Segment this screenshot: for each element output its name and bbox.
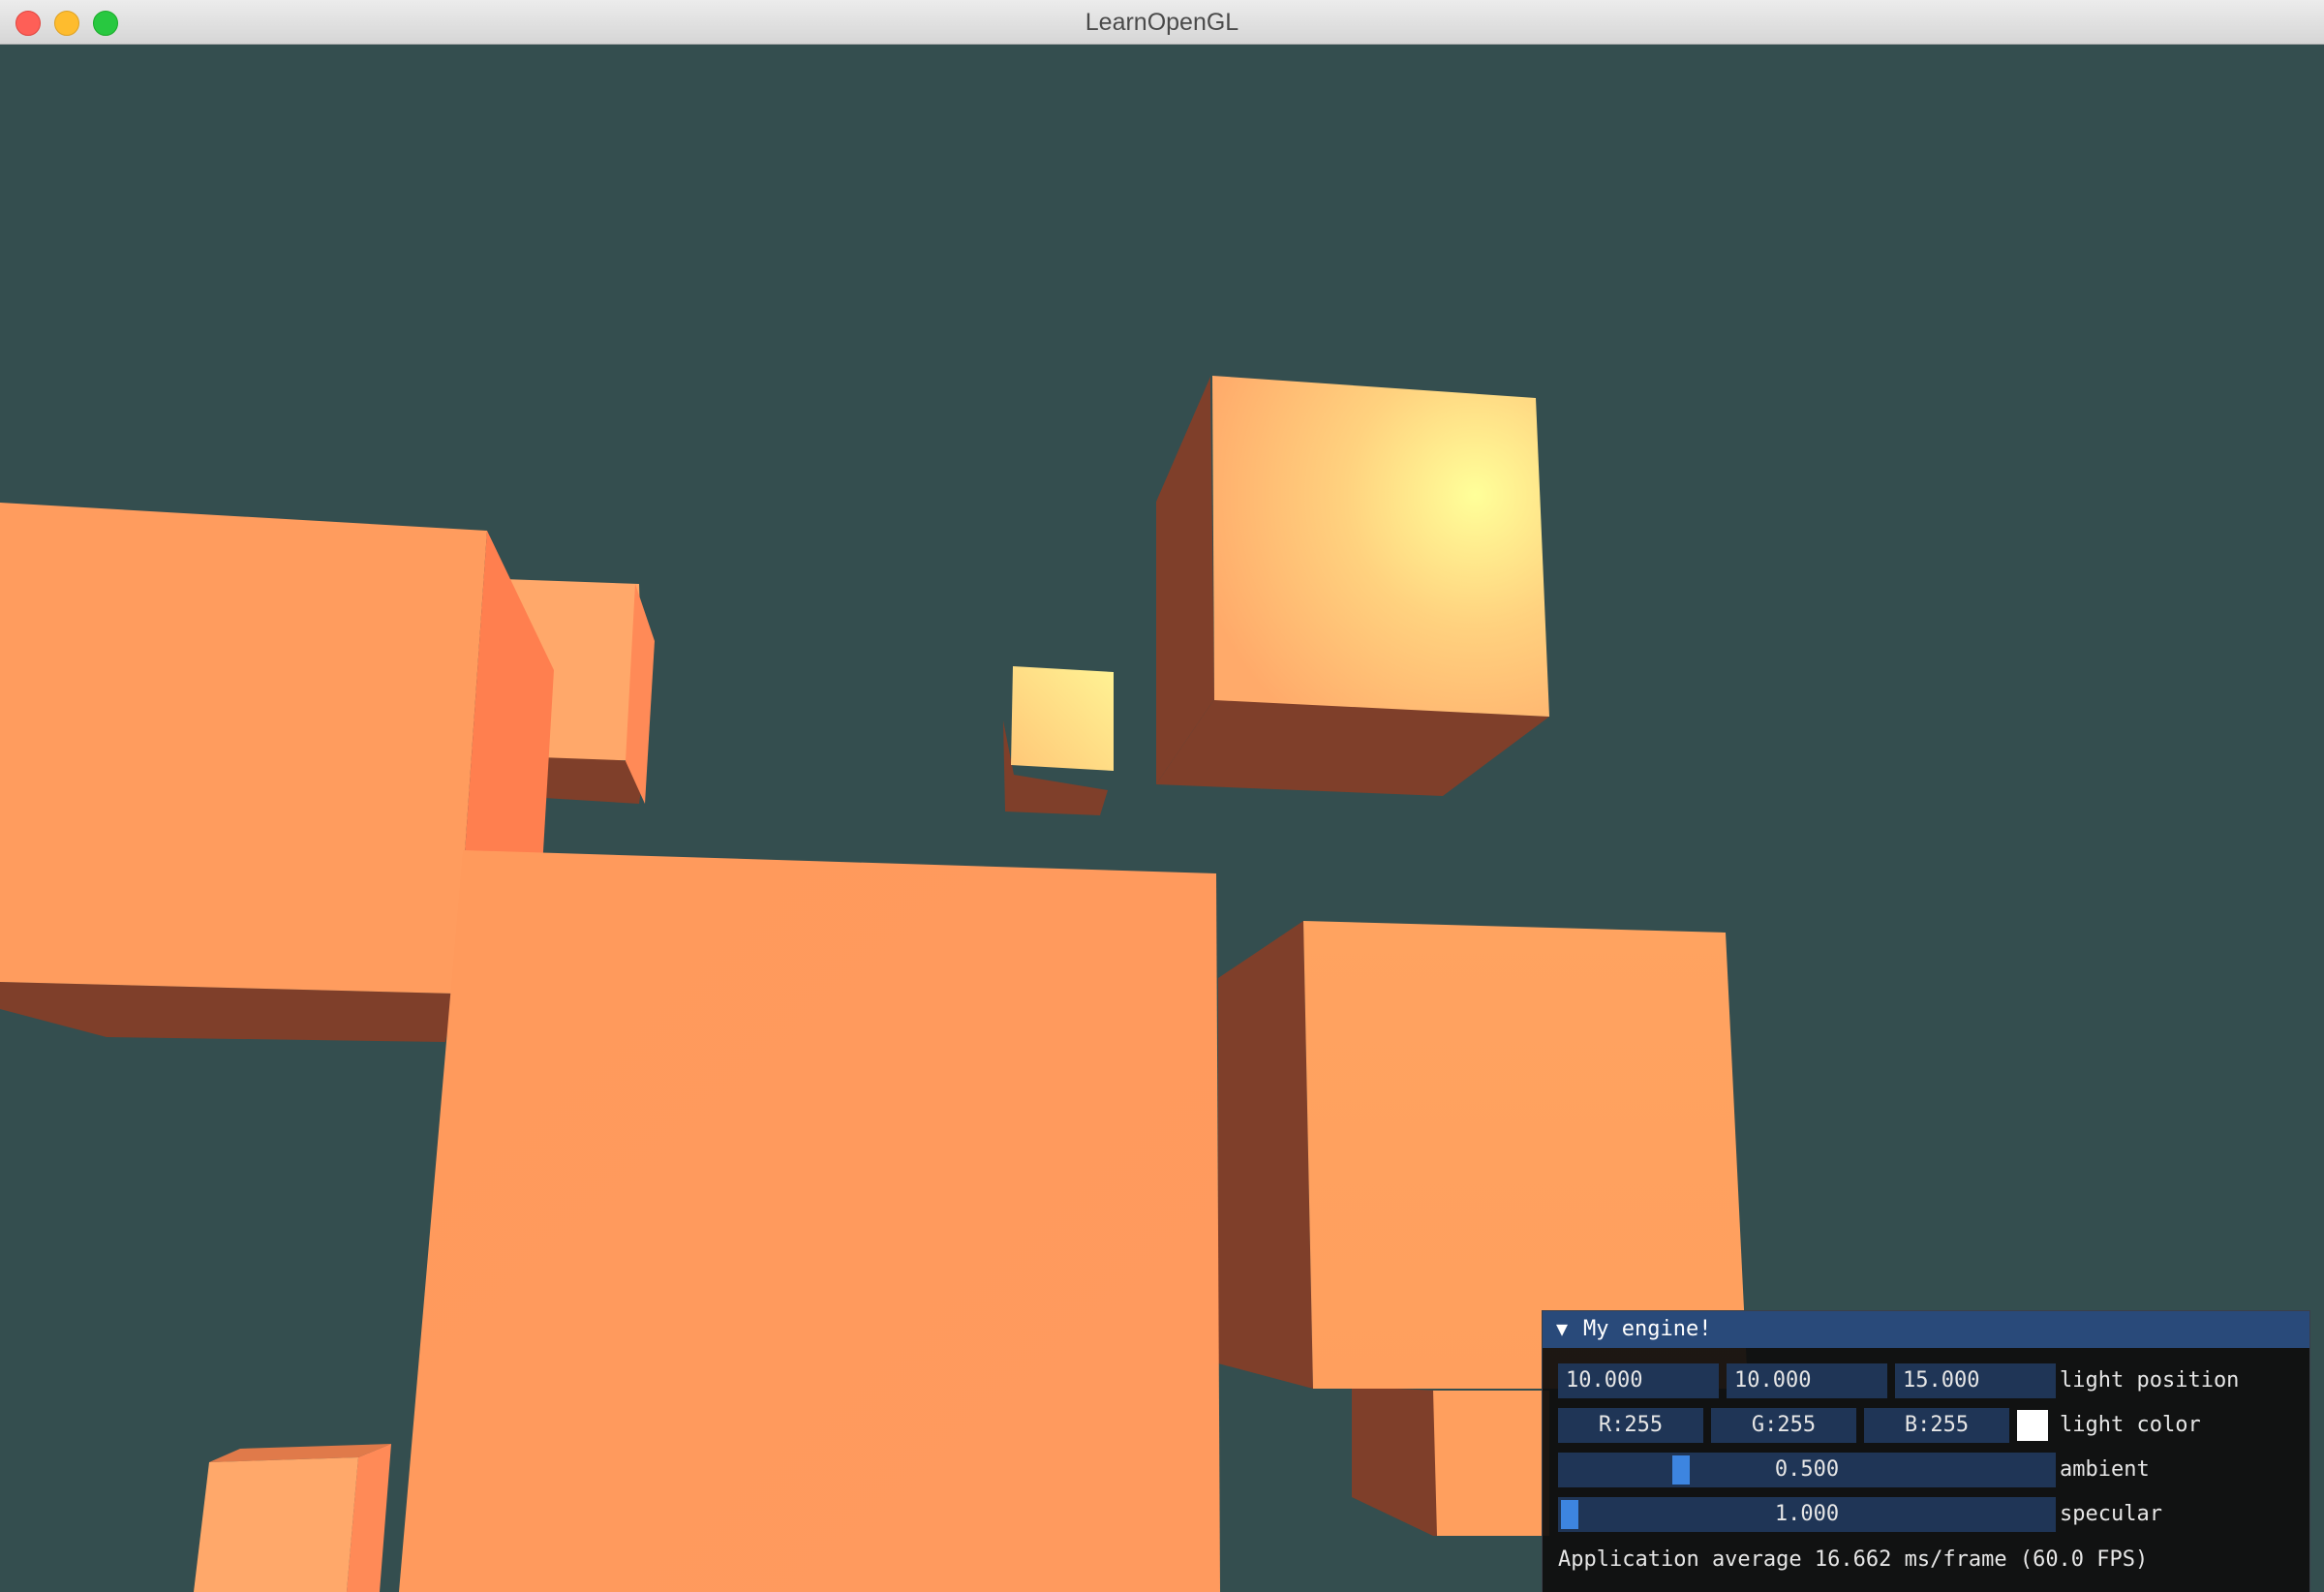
window-title: LearnOpenGL <box>1085 9 1239 36</box>
ambient-slider[interactable]: 0.500 <box>1558 1453 2056 1487</box>
panel-title-bar[interactable]: ▼ My engine! <box>1543 1311 2309 1348</box>
light-position-label: light position <box>2060 1368 2240 1393</box>
cube-small-face <box>1011 666 1114 771</box>
cube-bottom-left-face <box>194 1457 358 1592</box>
light-color-b-field[interactable]: B:255 <box>1864 1408 2009 1443</box>
ambient-slider-grab[interactable] <box>1672 1455 1691 1485</box>
cube-right-side <box>1218 921 1313 1389</box>
ambient-label: ambient <box>2060 1457 2150 1482</box>
cube-front-face <box>399 850 1220 1592</box>
specular-slider-grab[interactable] <box>1561 1500 1578 1529</box>
app-window: LearnOpenGL ▼ My engine! 10.000 10.000 1… <box>0 0 2324 1592</box>
specular-slider[interactable]: 1.000 <box>1558 1497 2056 1532</box>
ambient-row: 0.500 ambient <box>1558 1453 2294 1487</box>
specular-row: 1.000 specular <box>1558 1497 2294 1532</box>
cube-upper-face <box>1212 376 1549 717</box>
title-bar: LearnOpenGL <box>0 0 2324 45</box>
cube-left-face <box>0 503 487 994</box>
specular-value: 1.000 <box>1774 1502 1840 1526</box>
frame-stats: Application average 16.662 ms/frame (60.… <box>1558 1547 2149 1572</box>
light-position-x-field[interactable]: 10.000 <box>1558 1363 1719 1398</box>
panel-title: My engine! <box>1583 1317 1712 1341</box>
specular-label: specular <box>2060 1502 2162 1526</box>
cube-right-lower-face <box>1433 1391 1549 1536</box>
light-position-y-field[interactable]: 10.000 <box>1727 1363 1887 1398</box>
light-position-z-field[interactable]: 15.000 <box>1895 1363 2056 1398</box>
light-position-row: 10.000 10.000 15.000 light position <box>1558 1363 2294 1398</box>
light-color-row: R:255 G:255 B:255 light color <box>1558 1408 2294 1443</box>
render-viewport[interactable]: ▼ My engine! 10.000 10.000 15.000 light … <box>0 45 2324 1592</box>
light-color-r-field[interactable]: R:255 <box>1558 1408 1703 1443</box>
light-color-g-field[interactable]: G:255 <box>1711 1408 1856 1443</box>
ambient-value: 0.500 <box>1774 1457 1840 1482</box>
light-color-swatch[interactable] <box>2017 1410 2048 1441</box>
triangle-down-icon[interactable]: ▼ <box>1556 1317 1568 1340</box>
engine-panel[interactable]: ▼ My engine! 10.000 10.000 15.000 light … <box>1542 1310 2310 1592</box>
light-color-label: light color <box>2060 1413 2201 1437</box>
